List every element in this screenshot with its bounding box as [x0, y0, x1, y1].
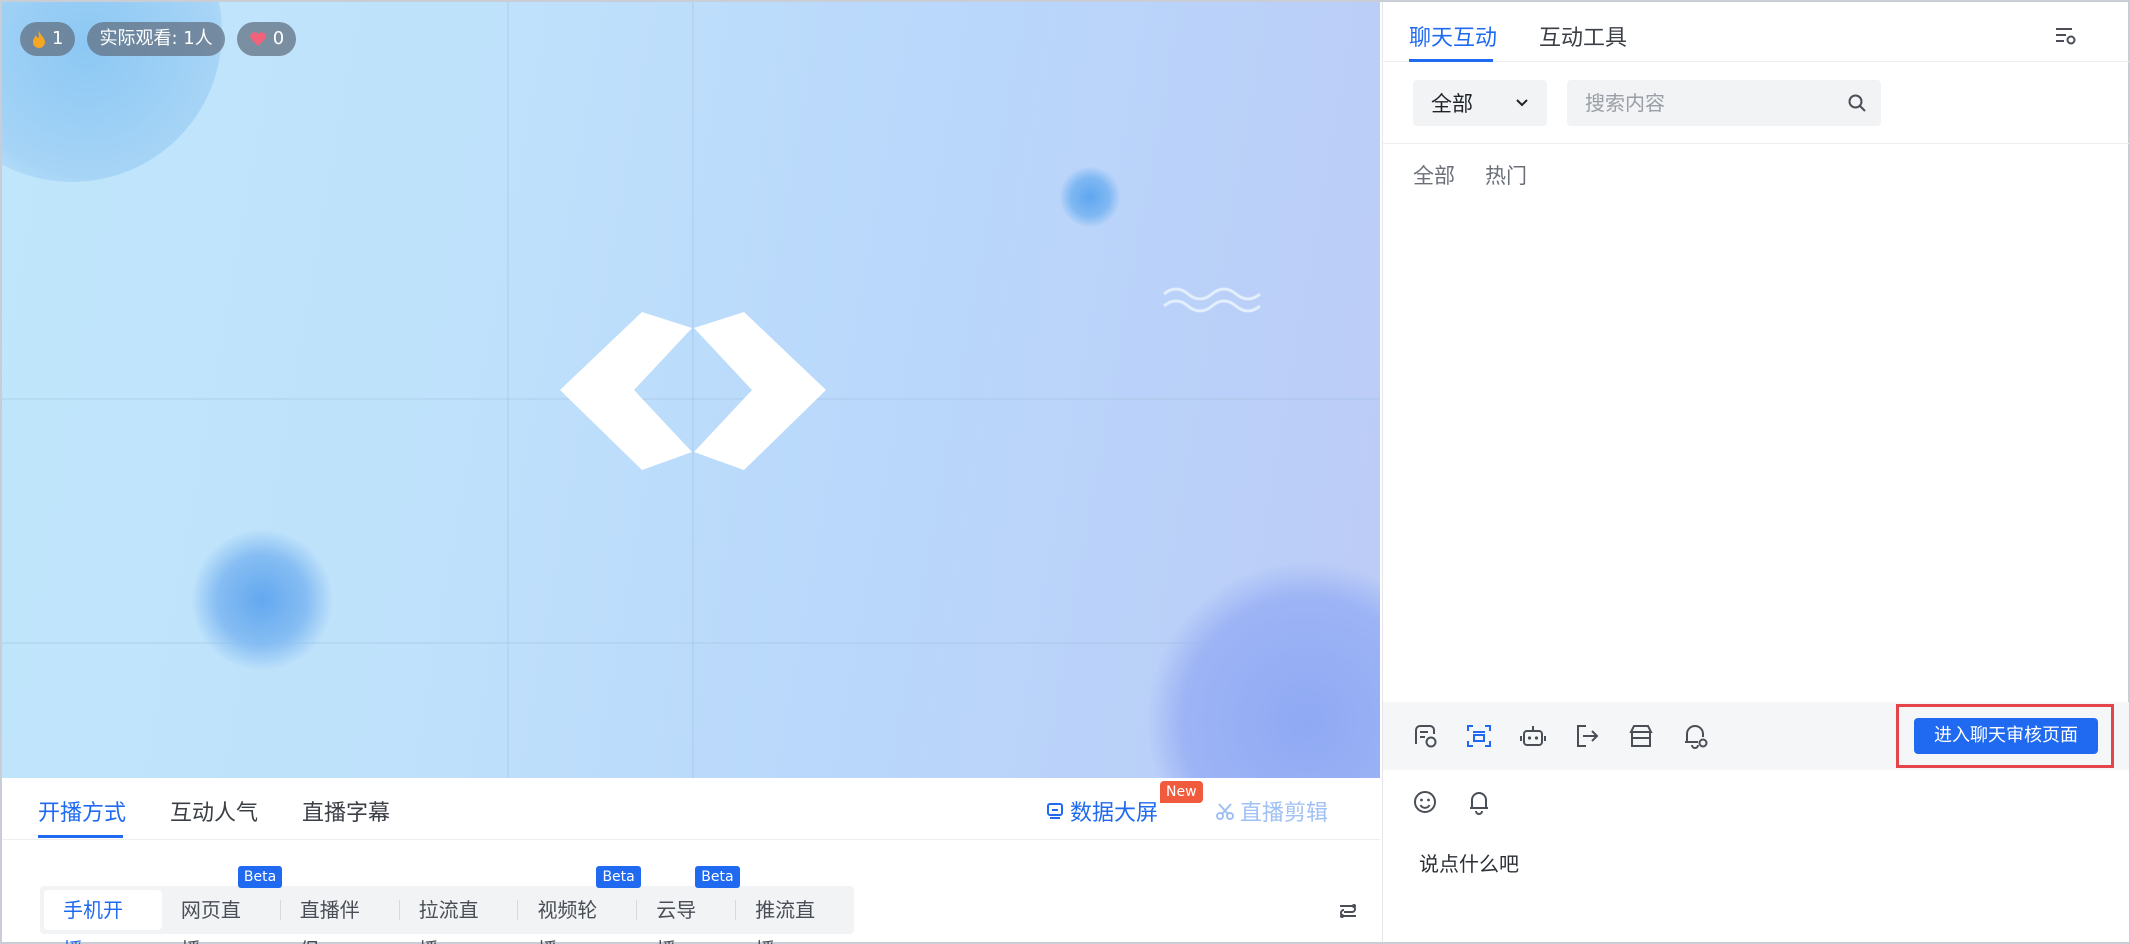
chevron-down-icon [1516, 99, 1528, 107]
decorative-circle [192, 530, 332, 670]
tab-interaction-popularity[interactable]: 互动人气 [170, 795, 258, 827]
data-screen-link[interactable]: 数据大屏 [1046, 795, 1158, 827]
tab-chat-interaction[interactable]: 聊天互动 [1409, 20, 1497, 52]
mode-video-rotation[interactable]: Beta 视频轮播 [518, 866, 641, 944]
likes-count: 0 [272, 28, 285, 49]
viewer-count: 实际观看: 1人 [99, 28, 213, 49]
moderation-toolbar: 进入聊天审核页面 [1383, 702, 2129, 770]
tab-live-subtitles[interactable]: 直播字幕 [302, 795, 390, 827]
tab-interaction-tools[interactable]: 互动工具 [1539, 20, 1627, 52]
mode-pull-stream[interactable]: 拉流直播 [400, 890, 518, 944]
chat-panel: 聊天互动 互动工具 全部 全部 热门 [1382, 2, 2129, 942]
highlight-box [1896, 704, 2114, 768]
exit-icon[interactable] [1573, 722, 1601, 750]
chat-search [1567, 80, 1881, 126]
monitor-icon [1047, 803, 1063, 819]
heat-count: 1 [52, 28, 64, 49]
filter-hot[interactable]: 热门 [1485, 160, 1527, 190]
notification-settings-icon[interactable] [1681, 722, 1709, 750]
switch-settings-icon[interactable] [1336, 899, 1360, 923]
mode-label: 云导播 [656, 898, 697, 944]
data-screen-label: 数据大屏 [1070, 801, 1159, 826]
mode-label: 网页直播 [180, 898, 241, 944]
shop-icon[interactable] [1627, 722, 1655, 750]
search-input[interactable] [1585, 91, 1847, 115]
chat-message-list[interactable] [1383, 202, 2129, 702]
mode-push-stream[interactable]: 推流直播 [736, 890, 854, 944]
search-icon[interactable] [1847, 93, 1867, 113]
broadcast-mode-selector: 手机开播 Beta 网页直播 直播伴侣 拉流直播 Beta 视频轮播 Beta … [40, 866, 854, 944]
heat-badge: 1 [20, 22, 76, 56]
active-tab-indicator [38, 835, 123, 838]
filter-all[interactable]: 全部 [1413, 160, 1455, 190]
mode-mobile[interactable]: 手机开播 [44, 890, 162, 944]
flame-icon [33, 31, 45, 48]
live-clip-label: 直播剪辑 [1240, 801, 1329, 826]
beta-badge: Beta [237, 866, 283, 888]
emoji-icon[interactable] [1411, 788, 1439, 816]
heart-icon [249, 32, 266, 46]
mode-web[interactable]: Beta 网页直播 [162, 866, 283, 944]
mode-label: 拉流直播 [418, 898, 479, 944]
message-type-select[interactable]: 全部 [1413, 80, 1547, 126]
list-settings-icon[interactable] [2053, 24, 2077, 48]
chat-input-area[interactable]: 说点什么吧 [1383, 770, 2129, 942]
select-value: 全部 [1431, 92, 1473, 116]
background-grid-line [507, 2, 509, 778]
chat-input-placeholder[interactable]: 说点什么吧 [1419, 848, 1519, 877]
scissors-icon [1216, 803, 1234, 820]
mode-label: 推流直播 [755, 898, 816, 944]
viewer-count-badge: 实际观看: 1人 [87, 22, 225, 56]
mode-label: 视频轮播 [537, 898, 598, 944]
new-badge: New [1160, 781, 1203, 803]
broadcast-tabs: 开播方式 互动人气 直播字幕 数据大屏 New 直播剪辑 [2, 778, 1380, 840]
decorative-circle [1147, 562, 1380, 778]
likes-badge: 0 [236, 22, 297, 56]
broadcast-panel: 开播方式 互动人气 直播字幕 数据大屏 New 直播剪辑 手机开播 [2, 778, 1380, 944]
mute-list-icon[interactable] [1411, 722, 1439, 750]
scan-filter-icon[interactable] [1465, 722, 1493, 750]
decorative-circle [1060, 167, 1120, 227]
beta-badge: Beta [695, 866, 740, 888]
mode-label: 直播伴侣 [299, 898, 360, 944]
mode-companion[interactable]: 直播伴侣 [281, 890, 399, 944]
platform-logo-icon [560, 312, 826, 470]
mode-label: 手机开播 [63, 898, 123, 944]
tab-broadcast-method[interactable]: 开播方式 [38, 795, 126, 827]
live-video-preview[interactable]: 1 实际观看: 1人 0 [2, 2, 1380, 778]
mode-cloud-director[interactable]: Beta 云导播 [637, 866, 740, 944]
chat-filter-row: 全部 [1383, 62, 2129, 144]
bell-icon[interactable] [1465, 788, 1493, 816]
wave-decoration-icon [1163, 287, 1261, 313]
robot-icon[interactable] [1519, 722, 1547, 750]
beta-badge: Beta [596, 866, 641, 888]
live-stats: 1 实际观看: 1人 0 [20, 22, 297, 56]
chat-panel-tabs: 聊天互动 互动工具 [1383, 2, 2129, 62]
live-clip-link[interactable]: 直播剪辑 [1216, 795, 1328, 827]
